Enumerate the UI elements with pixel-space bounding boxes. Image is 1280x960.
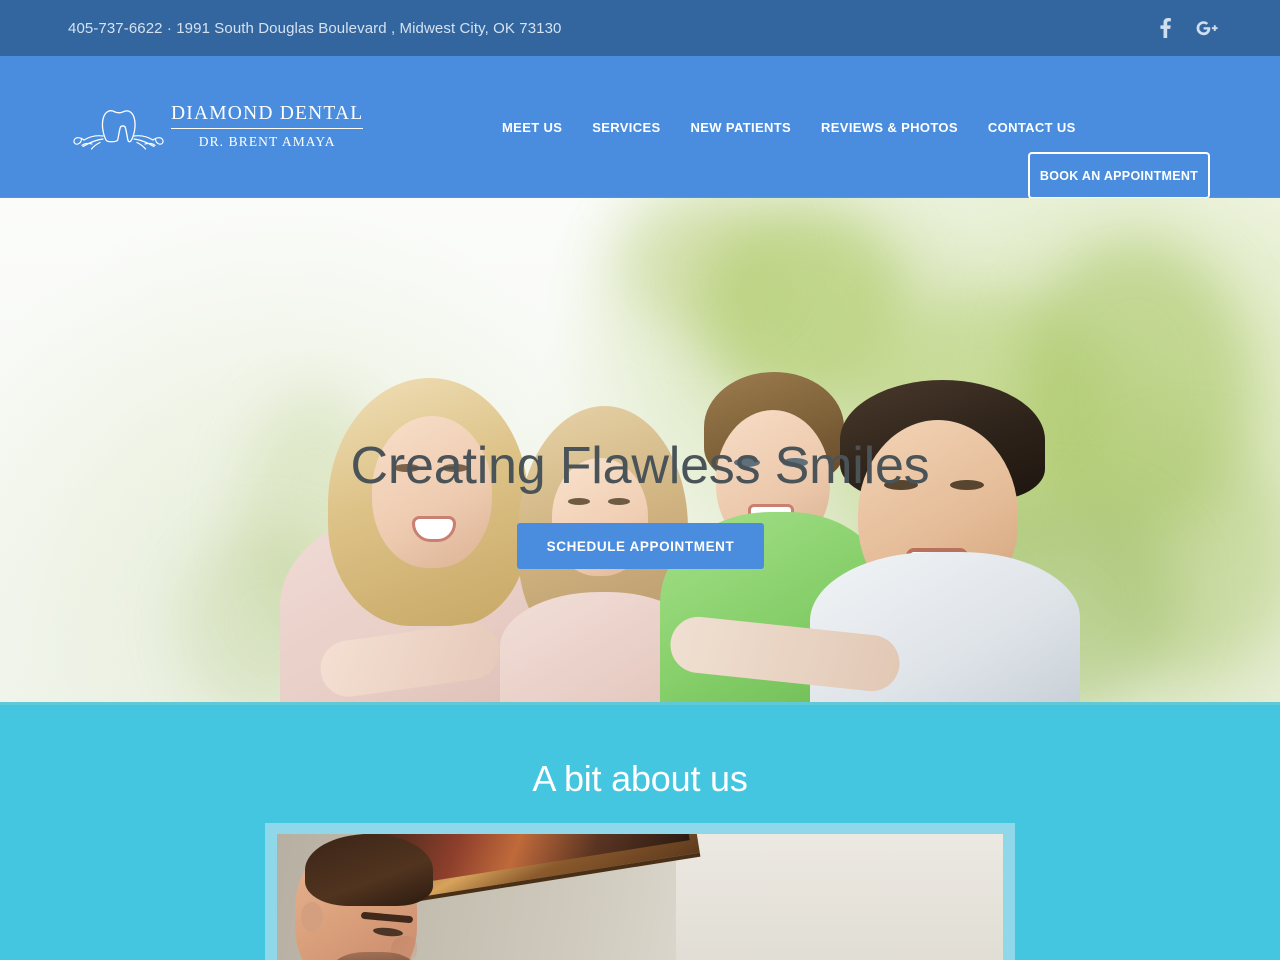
hero-title: Creating Flawless Smiles [350,437,930,495]
hero-section: Creating Flawless Smiles SCHEDULE APPOIN… [0,198,1280,702]
nav-item-contact-us[interactable]: CONTACT US [986,114,1078,141]
social-links [1154,0,1218,56]
about-title: A bit about us [532,758,748,799]
nav-item-new-patients[interactable]: NEW PATIENTS [689,114,794,141]
book-appointment-button[interactable]: BOOK AN APPOINTMENT [1028,152,1210,199]
dentist-ear [301,902,323,932]
logo-wordmark: DIAMOND DENTAL DR. BRENT AMAYA [171,103,364,150]
site-header: DIAMOND DENTAL DR. BRENT AMAYA MEET US S… [0,56,1280,199]
tooth-flourish-icon [73,109,164,150]
google-plus-icon[interactable] [1196,17,1218,39]
person-father [667,372,1080,702]
contact-info: 405-737-6622 · 1991 South Douglas Boulev… [68,19,562,37]
about-video-player[interactable] [277,834,1003,960]
nav-item-meet-us[interactable]: MEET US [500,114,564,141]
facebook-icon[interactable] [1154,17,1176,39]
top-utility-bar: 405-737-6622 · 1991 South Douglas Boulev… [0,0,1280,56]
about-section: A bit about us [0,702,1280,960]
main-navigation: MEET US SERVICES NEW PATIENTS REVIEWS & … [500,56,1078,198]
site-logo[interactable]: DIAMOND DENTAL DR. BRENT AMAYA [70,96,364,158]
schedule-appointment-button[interactable]: SCHEDULE APPOINTMENT [517,523,764,569]
nav-item-reviews-photos[interactable]: REVIEWS & PHOTOS [819,114,960,141]
about-video-frame [265,823,1015,960]
logo-subtitle: DR. BRENT AMAYA [198,134,336,149]
nav-item-services[interactable]: SERVICES [590,114,662,141]
logo-title: DIAMOND DENTAL [171,103,364,129]
dentist-subject [295,834,433,960]
video-wall-right [676,834,1003,960]
dentist-brow [360,911,414,924]
dentist-hair [305,834,433,906]
